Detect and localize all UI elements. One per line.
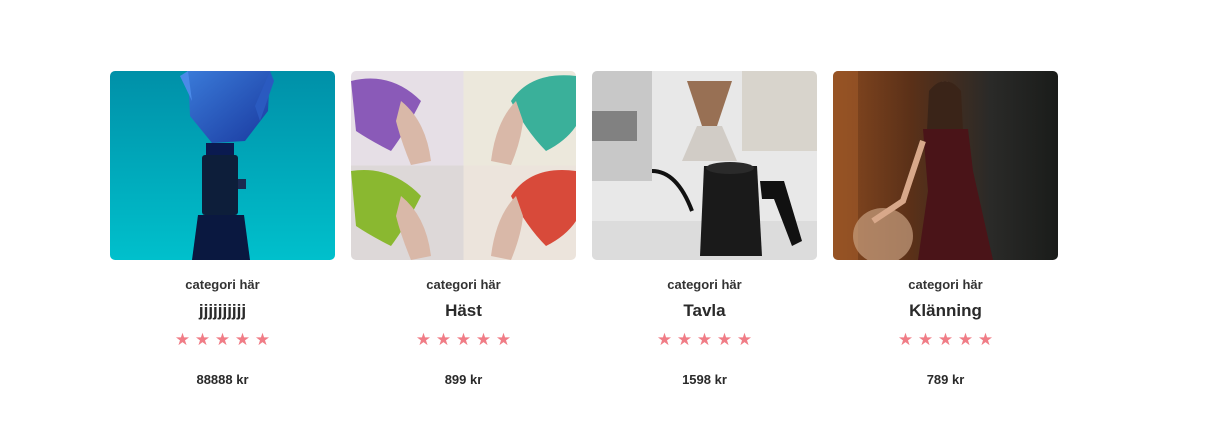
star-icon: ★ (214, 330, 231, 349)
product-image-hair-collage[interactable] (351, 71, 576, 260)
product-title[interactable]: Häst (445, 300, 482, 322)
star-icon: ★ (415, 330, 432, 349)
star-icon: ★ (254, 330, 271, 349)
star-icon: ★ (937, 330, 954, 349)
star-icon: ★ (495, 330, 512, 349)
star-icon: ★ (455, 330, 472, 349)
product-card[interactable]: categori här jjjjjjjjjj ★ ★ ★ ★ ★ 88888 … (110, 71, 335, 388)
product-image-coffee-kettle[interactable] (592, 71, 817, 260)
product-title[interactable]: jjjjjjjjjj (199, 300, 246, 322)
product-image-robot-hand[interactable] (110, 71, 335, 260)
product-category: categori här (908, 277, 983, 292)
product-price: 1598 kr (682, 372, 727, 387)
rating-stars: ★ ★ ★ ★ ★ (656, 331, 754, 349)
product-card[interactable]: categori här Klänning ★ ★ ★ ★ ★ 789 kr (833, 71, 1058, 388)
product-category: categori här (667, 277, 742, 292)
star-icon: ★ (977, 330, 994, 349)
star-icon: ★ (716, 330, 733, 349)
product-price: 899 kr (444, 372, 483, 387)
product-image-woman-dress[interactable] (833, 71, 1058, 260)
star-icon: ★ (475, 330, 492, 349)
star-icon: ★ (696, 330, 713, 349)
star-icon: ★ (897, 330, 914, 349)
rating-stars: ★ ★ ★ ★ ★ (174, 331, 272, 349)
product-price: 789 kr (926, 372, 965, 387)
product-price: 88888 kr (196, 372, 249, 387)
star-icon: ★ (736, 330, 753, 349)
star-icon: ★ (917, 330, 934, 349)
star-icon: ★ (676, 330, 693, 349)
star-icon: ★ (656, 330, 673, 349)
star-icon: ★ (957, 330, 974, 349)
star-icon: ★ (194, 330, 211, 349)
star-icon: ★ (435, 330, 452, 349)
star-icon: ★ (174, 330, 191, 349)
product-category: categori här (426, 277, 501, 292)
product-card[interactable]: categori här Häst ★ ★ ★ ★ ★ 899 kr (351, 71, 576, 388)
product-title[interactable]: Klänning (909, 300, 982, 322)
product-category: categori här (185, 277, 260, 292)
product-card[interactable]: categori här Tavla ★ ★ ★ ★ ★ 1598 kr (592, 71, 817, 388)
star-icon: ★ (234, 330, 251, 349)
product-title[interactable]: Tavla (683, 300, 725, 322)
rating-stars: ★ ★ ★ ★ ★ (897, 331, 995, 349)
rating-stars: ★ ★ ★ ★ ★ (415, 331, 513, 349)
product-grid: categori här jjjjjjjjjj ★ ★ ★ ★ ★ 88888 … (110, 71, 1058, 388)
